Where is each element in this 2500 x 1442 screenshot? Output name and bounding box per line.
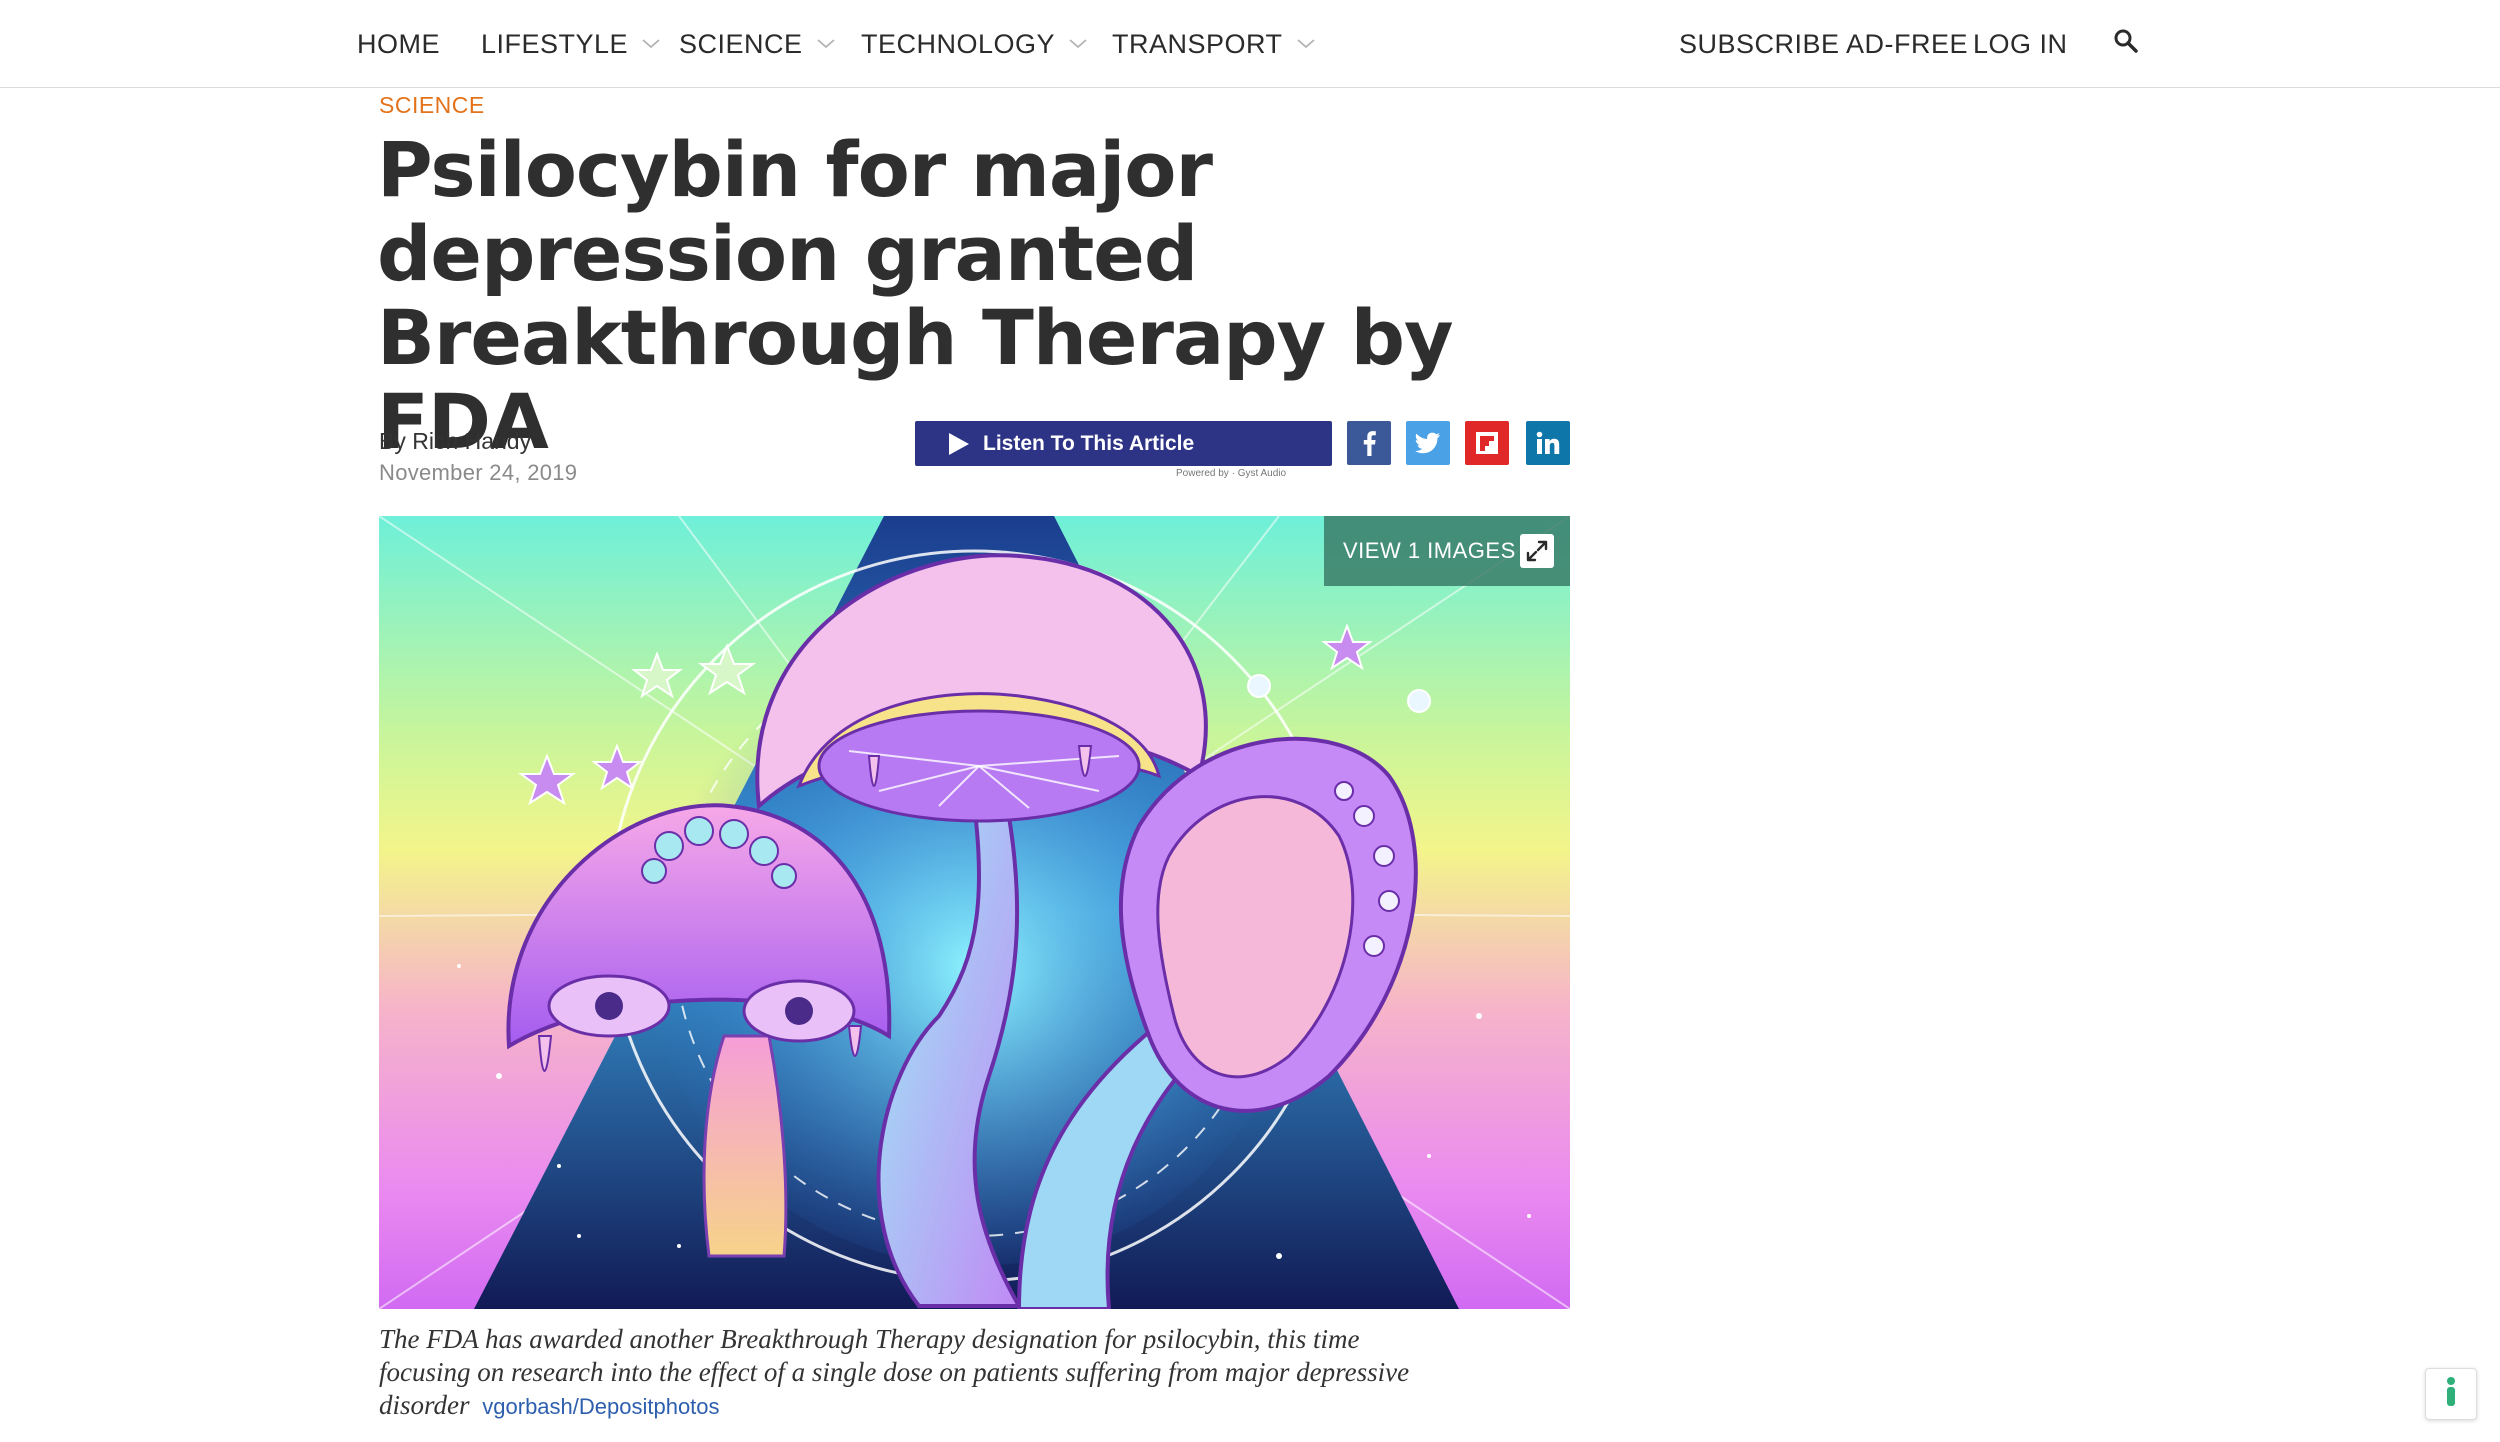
flipboard-icon bbox=[1475, 431, 1499, 455]
view-images-button[interactable]: VIEW 1 IMAGES bbox=[1324, 516, 1570, 586]
share-twitter-button[interactable] bbox=[1406, 421, 1450, 465]
accessibility-widget-button[interactable] bbox=[2425, 1368, 2477, 1420]
nav-home-link[interactable]: HOME bbox=[357, 22, 440, 66]
article-date: November 24, 2019 bbox=[379, 460, 578, 485]
hero-image-psychedelic-mushrooms[interactable] bbox=[379, 516, 1570, 1309]
nav-lifestyle-menu[interactable]: LIFESTYLE bbox=[481, 22, 660, 66]
log-in-label: LOG IN bbox=[1973, 28, 2068, 59]
image-credit-link[interactable]: vgorbash/Depositphotos bbox=[482, 1394, 719, 1419]
powered-by-gyst-audio: Powered by · Gyst Audio bbox=[1176, 468, 1287, 479]
chevron-down-icon bbox=[642, 35, 660, 53]
search-button[interactable] bbox=[2112, 28, 2144, 60]
chevron-down-icon bbox=[817, 35, 835, 53]
image-caption: The FDA has awarded another Breakthrough… bbox=[379, 1323, 1439, 1423]
article-byline[interactable]: By Rich Haridy bbox=[379, 428, 531, 455]
share-linkedin-button[interactable] bbox=[1526, 421, 1570, 465]
article-title: Psilocybin for major depression granted … bbox=[377, 125, 1454, 466]
expand-icon bbox=[1520, 534, 1554, 568]
nav-transport-label: TRANSPORT bbox=[1112, 28, 1283, 59]
share-facebook-button[interactable] bbox=[1347, 421, 1391, 465]
listen-button-label: Listen To This Article bbox=[983, 431, 1195, 455]
article-category-link[interactable]: SCIENCE bbox=[379, 92, 485, 119]
view-images-label: VIEW 1 IMAGES bbox=[1343, 538, 1516, 563]
linkedin-icon bbox=[1536, 431, 1560, 455]
top-navigation: HOME LIFESTYLE SCIENCE TECHNOLOGY TRANSP… bbox=[0, 0, 2500, 88]
nav-science-label: SCIENCE bbox=[679, 28, 803, 59]
share-flipboard-button[interactable] bbox=[1465, 421, 1509, 465]
log-in-link[interactable]: LOG IN bbox=[1973, 22, 2068, 66]
play-icon bbox=[949, 432, 969, 455]
twitter-icon bbox=[1415, 432, 1441, 454]
nav-technology-menu[interactable]: TECHNOLOGY bbox=[861, 22, 1087, 66]
nav-home-label: HOME bbox=[357, 28, 440, 59]
facebook-icon bbox=[1361, 430, 1377, 456]
listen-to-article-button[interactable]: Listen To This Article bbox=[915, 421, 1332, 466]
subscribe-label: SUBSCRIBE AD-FREE bbox=[1679, 28, 1969, 59]
nav-technology-label: TECHNOLOGY bbox=[861, 28, 1056, 59]
nav-science-menu[interactable]: SCIENCE bbox=[679, 22, 835, 66]
nav-lifestyle-label: LIFESTYLE bbox=[481, 28, 629, 59]
search-icon bbox=[2112, 27, 2140, 62]
accessibility-icon bbox=[2440, 1376, 2462, 1413]
subscribe-ad-free-link[interactable]: SUBSCRIBE AD-FREE bbox=[1679, 22, 1968, 66]
chevron-down-icon bbox=[1297, 35, 1315, 53]
nav-transport-menu[interactable]: TRANSPORT bbox=[1112, 22, 1315, 66]
chevron-down-icon bbox=[1069, 35, 1087, 53]
